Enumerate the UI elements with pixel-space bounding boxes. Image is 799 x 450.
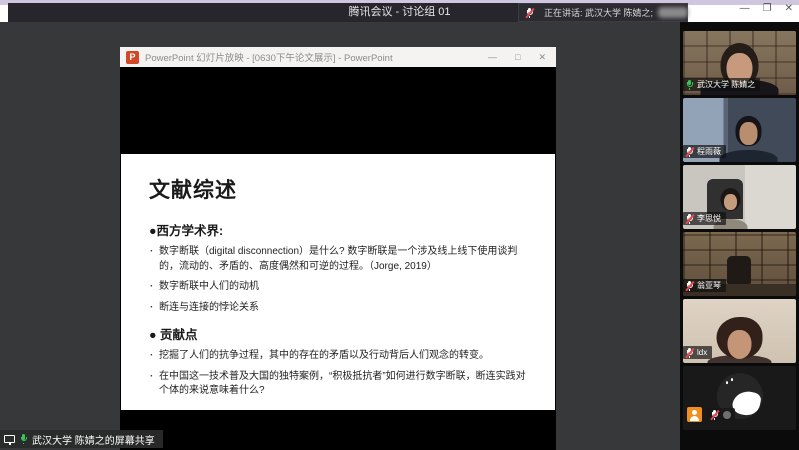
- ppt-close-button[interactable]: ✕: [538, 52, 546, 63]
- participant-video-tile[interactable]: 李思悦: [683, 165, 796, 229]
- participant-mic-muted-icon: [710, 410, 719, 420]
- mic-on-icon: [19, 434, 28, 444]
- emoji-status-icon: [723, 411, 731, 419]
- restore-button[interactable]: ❐: [763, 4, 772, 14]
- participant-name: 李思悦: [697, 213, 721, 224]
- slide-bullet: 挖掘了人们的抗争过程，其中的存在的矛盾以及行动背后人们观念的转变。: [149, 349, 529, 364]
- participant-name-label: ldx: [683, 346, 712, 359]
- participant-video-tile[interactable]: ldx: [683, 299, 796, 363]
- participant-mic-icon: [685, 281, 694, 291]
- powerpoint-window: P PowerPoint 幻灯片放映 - [0630下午论文展示] - Powe…: [120, 47, 556, 450]
- blurred-names: [658, 7, 688, 18]
- participant-mic-icon: [685, 214, 694, 224]
- slide-title: 文献综述: [149, 174, 529, 204]
- powerpoint-titlebar[interactable]: P PowerPoint 幻灯片放映 - [0630下午论文展示] - Powe…: [120, 47, 556, 67]
- participant-video-tile[interactable]: 武汉大学 陈婧之: [683, 31, 796, 95]
- participant-name-label: 翁亚琴: [683, 279, 726, 292]
- screen-share-region: P PowerPoint 幻灯片放映 - [0630下午论文展示] - Powe…: [0, 22, 680, 450]
- slide-bullet: 断连与连接的悖论关系: [149, 301, 529, 316]
- powerpoint-app-icon: P: [126, 51, 139, 64]
- participant-name: ldx: [697, 347, 707, 358]
- participant-mic-icon: [685, 80, 694, 90]
- powerpoint-window-title: PowerPoint 幻灯片放映 - [0630下午论文展示] - PowerP…: [145, 50, 482, 64]
- share-banner-text: 武汉大学 陈婧之的屏幕共享: [32, 432, 155, 447]
- ppt-minimize-button[interactable]: —: [488, 52, 497, 63]
- slide-body: ●西方学术界: 数字断联（digital disconnection）是什么? 数…: [149, 220, 529, 399]
- slideshow-stage: 文献综述 ●西方学术界: 数字断联（digital disconnection）是…: [120, 67, 556, 450]
- window-controls: — ❐ ✕: [740, 4, 793, 14]
- participant-name-label: 武汉大学 陈婧之: [683, 78, 760, 91]
- section-heading: ● 贡献点: [149, 324, 529, 343]
- speaking-indicator-text: 正在讲话: 武汉大学 陈婧之;: [544, 6, 653, 19]
- mic-muted-icon: [525, 8, 534, 18]
- slide: 文献综述 ●西方学术界: 数字断联（digital disconnection）是…: [121, 154, 555, 410]
- avatar-badges: [687, 407, 735, 422]
- participant-name: 翁亚琴: [697, 280, 721, 291]
- screen-share-icon: [4, 435, 15, 443]
- participant-name: 程雨薇: [697, 146, 721, 157]
- powerpoint-window-controls: — □ ✕: [488, 52, 546, 63]
- participant-name-label: 李思悦: [683, 212, 726, 225]
- close-button[interactable]: ✕: [785, 4, 793, 14]
- screen-share-banner[interactable]: 武汉大学 陈婧之的屏幕共享: [0, 430, 163, 448]
- section-heading: ●西方学术界:: [149, 220, 529, 239]
- participant-name-label: 程雨薇: [683, 145, 726, 158]
- slide-bullet: 数字断联（digital disconnection）是什么? 数字断联是一个涉…: [149, 245, 529, 274]
- profile-badge-icon: [687, 407, 702, 422]
- slide-bullet: 数字断联中人们的动机: [149, 280, 529, 295]
- slide-bullet: 在中国这一技术普及大国的独特案例，“积极抵抗者”如何进行数字断联，断连实践对个体…: [149, 370, 529, 399]
- participant-mic-icon: [685, 147, 694, 157]
- participant-video-tile[interactable]: 程雨薇: [683, 98, 796, 162]
- minimize-button[interactable]: —: [740, 4, 750, 14]
- participant-name: 武汉大学 陈婧之: [697, 79, 755, 90]
- participant-video-tile[interactable]: 翁亚琴: [683, 232, 796, 296]
- ppt-maximize-button[interactable]: □: [515, 52, 520, 63]
- participant-mic-icon: [685, 348, 694, 358]
- participants-sidebar[interactable]: 武汉大学 陈婧之 程雨薇 李思悦: [680, 22, 799, 450]
- speaking-indicator: 正在讲话: 武汉大学 陈婧之;: [518, 3, 688, 22]
- participant-video-tile[interactable]: [683, 366, 796, 430]
